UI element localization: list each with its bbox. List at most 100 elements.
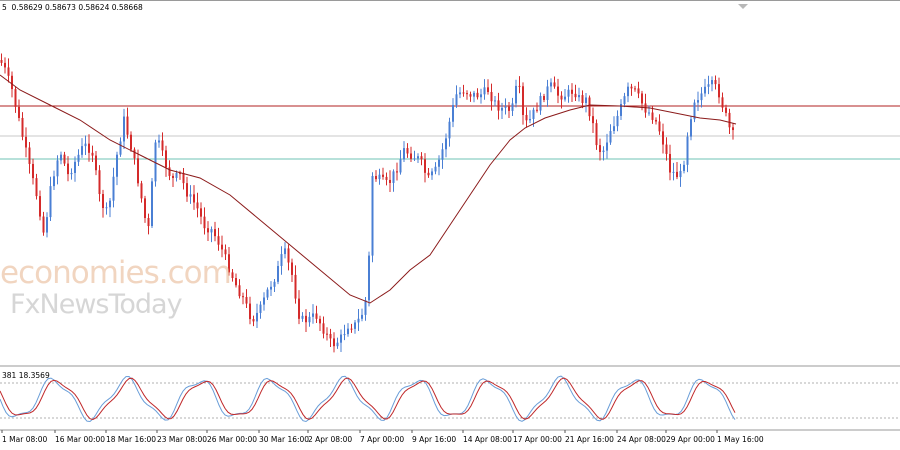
- candle-body-135: [473, 92, 475, 97]
- x-tick-label-0: 1 Mar 08:00: [2, 435, 48, 444]
- candle-body-10: [35, 178, 38, 197]
- candle-body-102: [357, 318, 360, 323]
- candle-body-154: [539, 96, 542, 111]
- candle-body-98: [343, 334, 346, 336]
- candle-body-16: [56, 160, 59, 177]
- candle-body-191: [669, 153, 671, 173]
- candle-body-0: [0, 60, 3, 63]
- candle-body-61: [214, 229, 216, 237]
- candle-body-64: [224, 249, 227, 255]
- candle-body-12: [42, 216, 45, 233]
- x-tick-label-14: 1 May 16:00: [717, 435, 764, 444]
- candle-body-151: [529, 118, 531, 121]
- candle-body-94: [329, 333, 332, 339]
- candle-body-24: [84, 143, 87, 147]
- candle-body-172: [602, 150, 605, 153]
- candle-body-104: [364, 300, 367, 315]
- candle-body-14: [49, 186, 52, 218]
- candle-body-40: [140, 183, 143, 199]
- candle-body-139: [487, 87, 489, 93]
- candle-body-128: [448, 121, 451, 139]
- candle-body-196: [686, 136, 689, 165]
- candle-body-60: [210, 229, 213, 233]
- candle-body-78: [273, 281, 276, 287]
- candle-body-195: [683, 164, 685, 171]
- candle-body-83: [291, 262, 293, 275]
- candle-body-167: [585, 97, 587, 103]
- candle-body-42: [147, 218, 150, 227]
- candle-body-105: [368, 255, 370, 301]
- candle-body-48: [168, 167, 171, 176]
- x-tick-label-7: 7 Apr 00:00: [360, 435, 404, 444]
- candle-body-20: [70, 172, 73, 175]
- scroll-arrow-icon: [738, 4, 748, 9]
- candle-body-142: [497, 100, 500, 111]
- candle-body-186: [651, 112, 654, 120]
- candle-body-163: [571, 89, 573, 94]
- candle-body-132: [462, 92, 465, 94]
- x-tick-label-12: 24 Apr 08:00: [617, 435, 666, 444]
- candle-body-204: [714, 80, 717, 85]
- candle-body-75: [263, 297, 265, 305]
- candle-body-30: [105, 207, 108, 209]
- candle-body-181: [634, 88, 636, 90]
- candle-body-157: [550, 82, 552, 87]
- candle-body-38: [133, 149, 136, 159]
- x-tick-label-5: 30 Mar 16:00: [259, 435, 309, 444]
- candle-body-74: [259, 304, 262, 313]
- candle-body-96: [336, 342, 339, 347]
- candle-body-162: [567, 89, 570, 97]
- x-tick-label-9: 14 Apr 08:00: [463, 435, 512, 444]
- chart-root: 1 Mar 08:00 16 Mar 00:00 18 Mar 16:00 23 Ma…: [0, 0, 900, 450]
- candle-body-36: [126, 116, 129, 135]
- candle-body-7: [25, 136, 27, 148]
- candle-body-150: [525, 114, 528, 121]
- candle-body-116: [406, 148, 409, 154]
- candle-body-5: [18, 106, 20, 118]
- candle-body-93: [326, 333, 328, 335]
- candle-body-31: [109, 200, 111, 208]
- candle-body-158: [553, 82, 556, 87]
- candle-body-169: [592, 116, 594, 124]
- candle-body-1: [4, 62, 6, 68]
- candle-body-28: [98, 170, 101, 195]
- candle-body-122: [427, 172, 430, 176]
- candle-body-117: [410, 153, 412, 159]
- x-tick-label-8: 9 Apr 16:00: [412, 435, 456, 444]
- candle-body-113: [396, 171, 398, 173]
- candle-body-147: [515, 85, 517, 104]
- candle-body-153: [536, 109, 538, 111]
- candle-body-41: [144, 198, 146, 219]
- candle-body-119: [417, 156, 419, 159]
- candle-body-71: [249, 303, 251, 320]
- candle-body-101: [354, 322, 356, 329]
- candle-body-85: [298, 298, 300, 319]
- candle-body-53: [186, 183, 188, 197]
- candle-body-45: [158, 140, 160, 143]
- candle-body-124: [434, 166, 437, 172]
- candle-body-103: [361, 314, 363, 319]
- candle-body-134: [469, 94, 472, 97]
- candle-body-19: [67, 163, 69, 175]
- candle-body-50: [175, 173, 178, 178]
- candle-body-160: [560, 95, 563, 100]
- candle-body-173: [606, 142, 608, 151]
- candle-body-108: [378, 174, 381, 180]
- candle-body-145: [508, 106, 510, 111]
- candle-body-76: [266, 289, 269, 298]
- candle-body-52: [182, 173, 185, 184]
- candle-body-13: [46, 217, 48, 233]
- candle-body-89: [312, 313, 314, 317]
- candle-body-156: [546, 86, 549, 100]
- candle-body-199: [697, 100, 699, 103]
- x-tick-label-11: 21 Apr 16:00: [565, 435, 614, 444]
- candle-body-189: [662, 131, 664, 145]
- chart-svg: 1 Mar 08:00 16 Mar 00:00 18 Mar 16:00 23 Ma…: [0, 0, 900, 444]
- candle-body-130: [455, 94, 458, 106]
- candle-body-33: [116, 154, 118, 177]
- candle-body-69: [242, 296, 244, 298]
- candle-body-179: [627, 86, 629, 97]
- candle-body-170: [595, 123, 598, 146]
- candle-body-62: [217, 236, 220, 245]
- candle-body-2: [7, 67, 10, 76]
